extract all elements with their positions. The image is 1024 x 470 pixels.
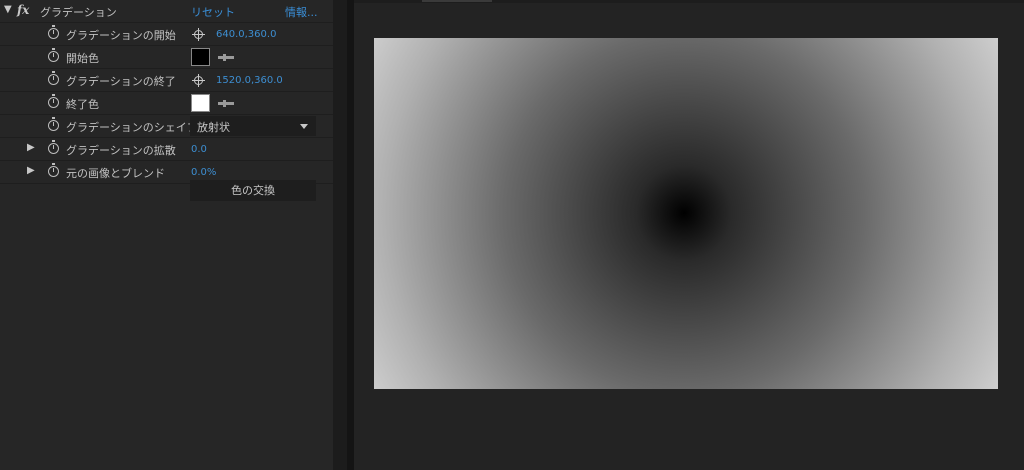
gradient-end-value[interactable]: 1520.0,360.0 <box>216 75 283 86</box>
blend-original-value[interactable]: 0.0% <box>191 167 216 178</box>
property-row-gradient-scatter: ▶ グラデーションの拡散 0.0 <box>0 138 333 161</box>
property-label: グラデーションの開始 <box>66 29 176 42</box>
stopwatch-icon[interactable] <box>48 48 59 62</box>
property-row-gradient-shape: グラデーションのシェイプ 放射状 <box>0 115 333 138</box>
property-row-swap: 色の交換 <box>0 180 333 204</box>
property-label: グラデーションの終了 <box>66 75 176 88</box>
eyedropper-icon[interactable] <box>218 100 234 107</box>
triangle-right-icon[interactable]: ▶ <box>27 165 35 176</box>
crosshair-target-icon[interactable] <box>192 28 205 41</box>
property-label: 終了色 <box>66 98 99 111</box>
panel-scrollbar[interactable] <box>333 0 347 470</box>
stopwatch-icon[interactable] <box>48 117 59 131</box>
reset-link[interactable]: リセット <box>191 4 235 20</box>
swap-colors-button[interactable]: 色の交換 <box>190 180 316 201</box>
composition-viewer <box>354 0 1024 470</box>
effect-header-row: ▼ fx グラデーション リセット 情報... <box>0 0 333 23</box>
property-label: グラデーションのシェイプ <box>66 121 198 134</box>
gradient-shape-value: 放射状 <box>197 121 230 134</box>
property-label: 元の画像とブレンド <box>66 167 165 180</box>
gradient-start-value[interactable]: 640.0,360.0 <box>216 29 276 40</box>
crosshair-target-icon[interactable] <box>192 74 205 87</box>
property-row-end-color: 終了色 <box>0 92 333 115</box>
info-link[interactable]: 情報... <box>285 4 318 20</box>
stopwatch-icon[interactable] <box>48 163 59 177</box>
property-row-start-color: 開始色 <box>0 46 333 69</box>
triangle-down-icon[interactable]: ▼ <box>4 4 12 15</box>
gradient-scatter-value[interactable]: 0.0 <box>191 144 207 155</box>
fx-icon[interactable]: fx <box>17 3 29 17</box>
eyedropper-icon[interactable] <box>218 54 234 61</box>
property-label: 開始色 <box>66 52 99 65</box>
property-label: グラデーションの拡散 <box>66 144 176 157</box>
gradient-shape-select[interactable]: 放射状 <box>190 116 316 136</box>
viewer-tab-indicator[interactable] <box>422 0 492 2</box>
property-row-gradient-start: グラデーションの開始 640.0,360.0 <box>0 23 333 46</box>
triangle-right-icon[interactable]: ▶ <box>27 142 35 153</box>
start-color-swatch[interactable] <box>191 48 210 66</box>
end-color-swatch[interactable] <box>191 94 210 112</box>
composition-canvas[interactable] <box>374 38 998 389</box>
chevron-down-icon <box>300 124 308 129</box>
stopwatch-icon[interactable] <box>48 140 59 154</box>
effect-name: グラデーション <box>40 6 117 19</box>
panel-divider[interactable] <box>347 0 354 470</box>
stopwatch-icon[interactable] <box>48 94 59 108</box>
property-row-gradient-end: グラデーションの終了 1520.0,360.0 <box>0 69 333 92</box>
effect-controls-panel: ▼ fx グラデーション リセット 情報... グラデーションの開始 640.0… <box>0 0 333 470</box>
stopwatch-icon[interactable] <box>48 25 59 39</box>
stopwatch-icon[interactable] <box>48 71 59 85</box>
